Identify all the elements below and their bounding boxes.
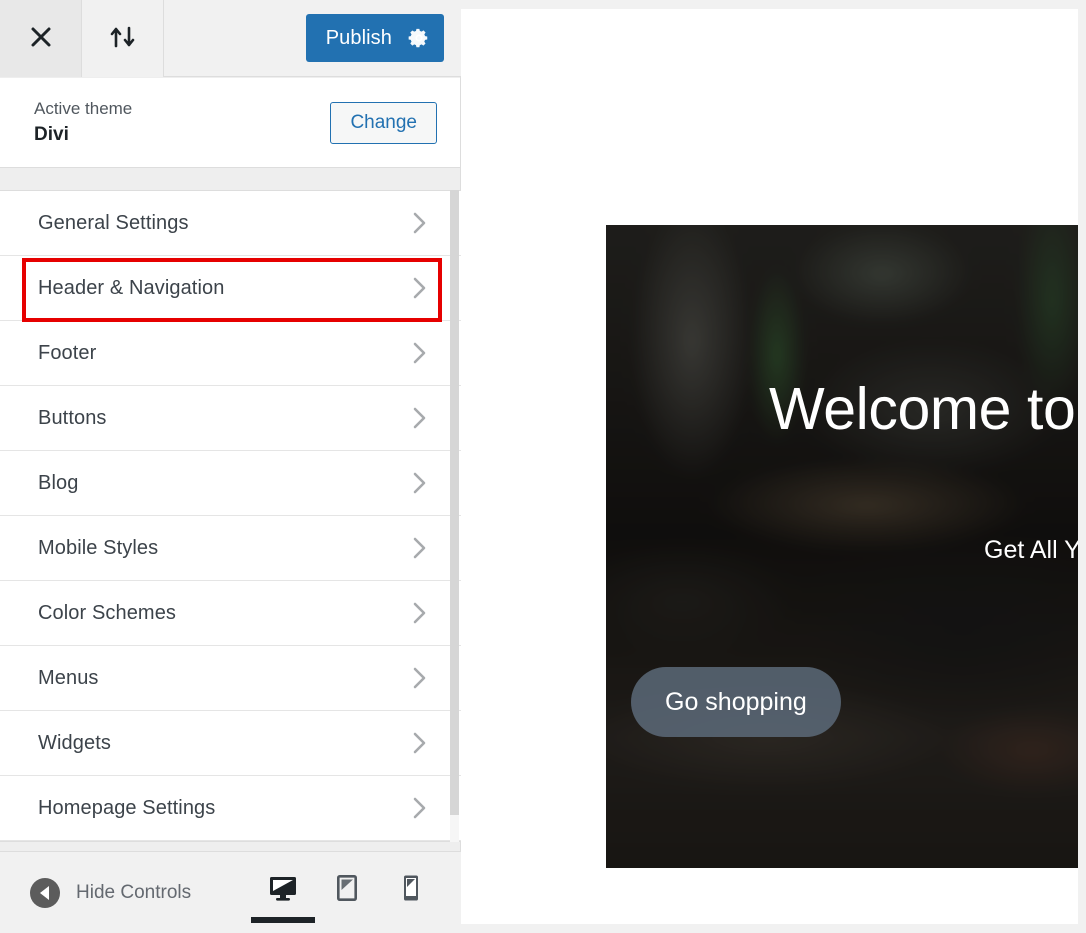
sidebar-item-mobile-styles[interactable]: Mobile Styles <box>0 516 461 581</box>
preview-iframe[interactable]: Welcome to Get All Y Go shopping <box>461 9 1078 924</box>
sidebar-item-label: Header & Navigation <box>38 276 225 299</box>
gear-icon[interactable] <box>408 27 430 49</box>
active-theme-panel: Active theme Divi Change <box>0 78 460 168</box>
hero-title: Welcome to <box>769 376 1076 442</box>
sidebar-item-label: Buttons <box>38 406 107 429</box>
sidebar-item-color-schemes[interactable]: Color Schemes <box>0 581 461 646</box>
mobile-icon <box>402 874 420 905</box>
sidebar-item-general-settings[interactable]: General Settings <box>0 191 461 256</box>
device-button-desktop[interactable] <box>251 852 315 933</box>
theme-texts: Active theme Divi <box>34 97 330 148</box>
device-preview-switcher <box>251 852 461 933</box>
header-spacer <box>164 0 306 76</box>
customizer-header: Publish <box>0 0 461 77</box>
sidebar-item-label: Homepage Settings <box>38 796 216 819</box>
sidebar-scrollbar-thumb[interactable] <box>450 190 459 815</box>
go-shopping-button[interactable]: Go shopping <box>631 667 841 737</box>
circle-left-arrow-icon <box>30 877 60 908</box>
chevron-right-icon <box>413 602 427 624</box>
change-theme-button[interactable]: Change <box>330 101 437 144</box>
customizer-section-list[interactable]: General Settings Header & Navigation Foo… <box>0 190 461 842</box>
sidebar-item-label: Mobile Styles <box>38 536 159 559</box>
sidebar-item-label: Footer <box>38 341 97 364</box>
publish-button[interactable]: Publish <box>305 14 444 62</box>
close-icon <box>28 24 54 53</box>
hide-controls-button[interactable]: Hide Controls <box>0 852 191 933</box>
sidebar-item-widgets[interactable]: Widgets <box>0 711 461 776</box>
customizer-sidebar: Publish Active theme Divi Change General… <box>0 0 461 933</box>
sidebar-item-footer[interactable]: Footer <box>0 321 461 386</box>
hero-subtitle: Get All Y <box>984 536 1078 564</box>
sidebar-item-header-navigation[interactable]: Header & Navigation <box>0 256 461 321</box>
site-preview-pane: Welcome to Get All Y Go shopping <box>461 0 1086 933</box>
sidebar-item-label: Color Schemes <box>38 601 177 624</box>
sidebar-item-menus[interactable]: Menus <box>0 646 461 711</box>
device-button-mobile[interactable] <box>379 852 443 933</box>
sidebar-item-label: Menus <box>38 666 99 689</box>
chevron-right-icon <box>413 667 427 689</box>
desktop-icon <box>268 874 298 905</box>
device-button-tablet[interactable] <box>315 852 379 933</box>
sidebar-item-homepage-settings[interactable]: Homepage Settings <box>0 776 461 841</box>
chevron-right-icon <box>413 472 427 494</box>
chevron-right-icon <box>413 732 427 754</box>
close-customizer-button[interactable] <box>0 0 82 77</box>
chevron-right-icon <box>413 342 427 364</box>
chevron-right-icon <box>413 537 427 559</box>
customizer-footer: Hide Controls <box>0 851 461 933</box>
customizer-app: Publish Active theme Divi Change General… <box>0 0 1086 933</box>
publish-label: Publish <box>325 26 392 49</box>
sidebar-item-buttons[interactable]: Buttons <box>0 386 461 451</box>
hero-section: Welcome to Get All Y Go shopping <box>606 225 1078 868</box>
sidebar-item-label: General Settings <box>38 211 189 234</box>
sidebar-item-blog[interactable]: Blog <box>0 451 461 516</box>
sidebar-item-label: Blog <box>38 471 79 494</box>
active-theme-label: Active theme <box>34 98 133 118</box>
changeset-toggle-button[interactable] <box>82 0 164 77</box>
tablet-icon <box>335 874 359 905</box>
chevron-right-icon <box>413 212 427 234</box>
up-down-arrows-icon <box>106 24 140 53</box>
chevron-right-icon <box>413 407 427 429</box>
chevron-right-icon <box>413 277 427 299</box>
left-triangle <box>39 885 49 900</box>
hide-controls-label: Hide Controls <box>76 881 192 903</box>
active-theme-name: Divi <box>34 123 69 145</box>
publish-area: Publish <box>305 0 461 76</box>
chevron-right-icon <box>413 797 427 819</box>
sidebar-item-label: Widgets <box>38 731 111 754</box>
